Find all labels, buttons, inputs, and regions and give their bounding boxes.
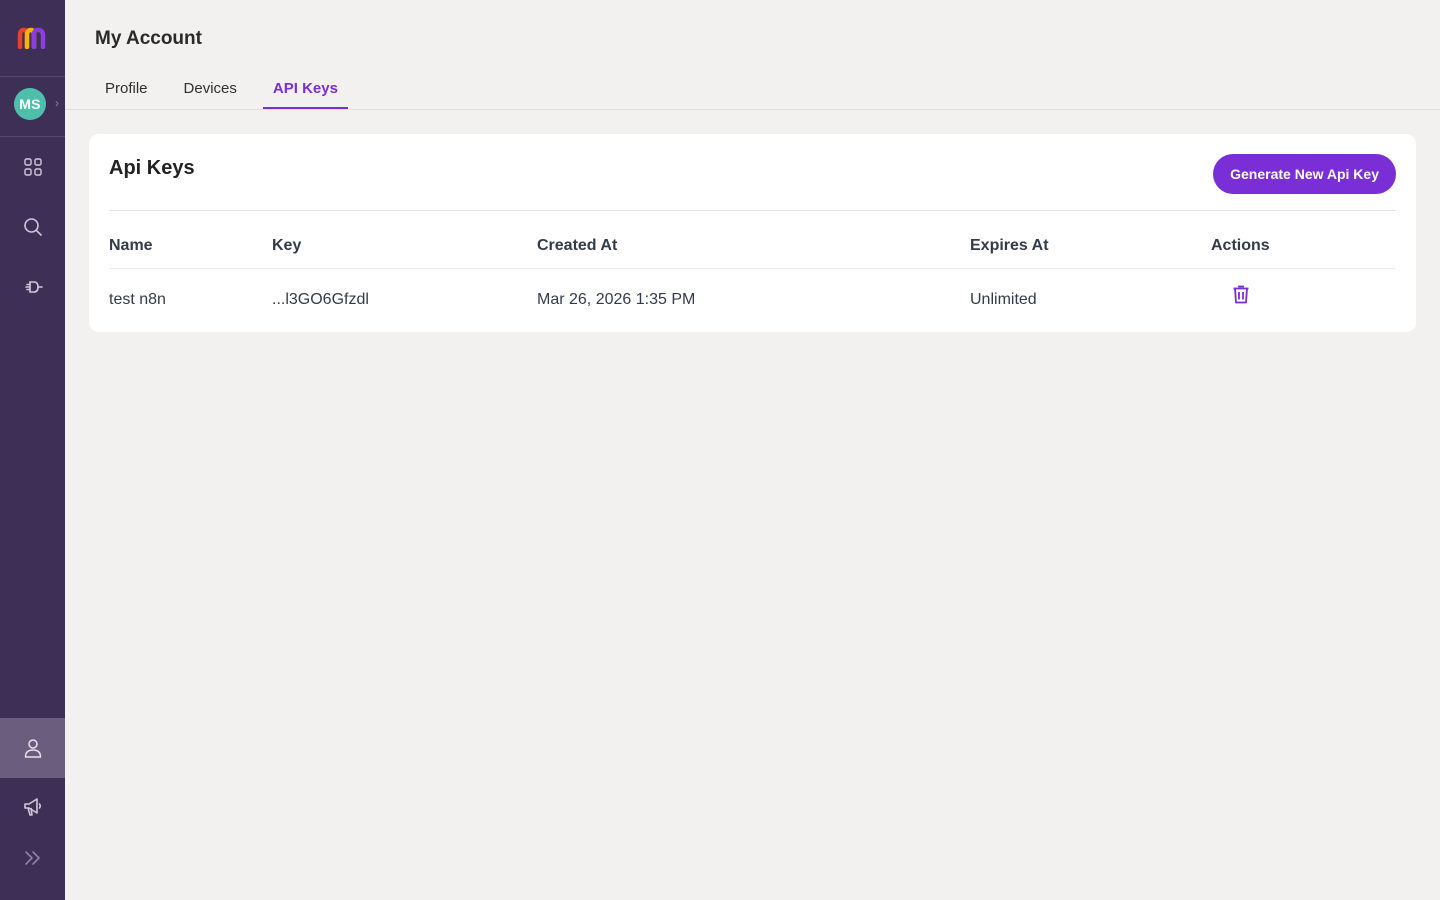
avatar[interactable]: MS (14, 88, 46, 120)
api-keys-table: Name Key Created At Expires At Actions t… (109, 224, 1396, 332)
api-key-value: ...l3GO6Gfzdl (272, 291, 369, 309)
sidebar-expand-button[interactable] (0, 828, 65, 888)
tabs-divider (65, 109, 1440, 110)
main-content: My Account Profile Devices API Keys Api … (65, 0, 1440, 900)
column-header-name: Name (109, 224, 272, 269)
api-key-actions (1211, 268, 1396, 332)
grid-icon (23, 158, 42, 176)
table-row: test n8n ...l3GO6Gfzdl Mar 26, 2026 1:35… (109, 268, 1396, 332)
api-key-expires-at: Unlimited (970, 291, 1037, 309)
sidebar-item-account[interactable] (0, 718, 65, 778)
sidebar-item-search[interactable] (0, 197, 65, 257)
plug-icon (24, 281, 43, 293)
page-title: My Account (95, 28, 202, 49)
card-title: Api Keys (109, 157, 195, 179)
sidebar: MS › (0, 0, 65, 900)
tab-devices[interactable]: Devices (174, 70, 247, 109)
sidebar-item-integrations[interactable] (0, 257, 65, 317)
column-header-key: Key (272, 224, 537, 269)
sidebar-item-apps[interactable] (0, 137, 65, 197)
brand-logo[interactable] (0, 0, 65, 77)
delete-api-key-button[interactable] (1229, 282, 1253, 306)
column-header-actions: Actions (1211, 224, 1396, 269)
brand-logo-icon (17, 27, 45, 49)
column-header-expires-at: Expires At (970, 224, 1211, 269)
api-keys-card: Api Keys Generate New Api Key Name Key C… (89, 134, 1416, 332)
search-icon (23, 218, 42, 236)
trash-icon (1233, 285, 1249, 304)
user-icon (24, 739, 41, 758)
table-header-row: Name Key Created At Expires At Actions (109, 224, 1396, 269)
generate-api-key-button[interactable]: Generate New Api Key (1213, 154, 1396, 194)
tab-api-keys[interactable]: API Keys (262, 70, 348, 109)
api-key-name: test n8n (109, 291, 166, 309)
double-chevron-right-icon (24, 851, 40, 865)
card-divider (109, 210, 1396, 211)
account-tabs: Profile Devices API Keys (95, 70, 364, 110)
tab-profile[interactable]: Profile (95, 70, 158, 109)
chevron-right-icon: › (55, 96, 59, 110)
megaphone-icon (23, 798, 41, 816)
user-menu[interactable]: MS › (0, 77, 65, 137)
api-key-created-at: Mar 26, 2026 1:35 PM (537, 291, 696, 309)
column-header-created-at: Created At (537, 224, 970, 269)
